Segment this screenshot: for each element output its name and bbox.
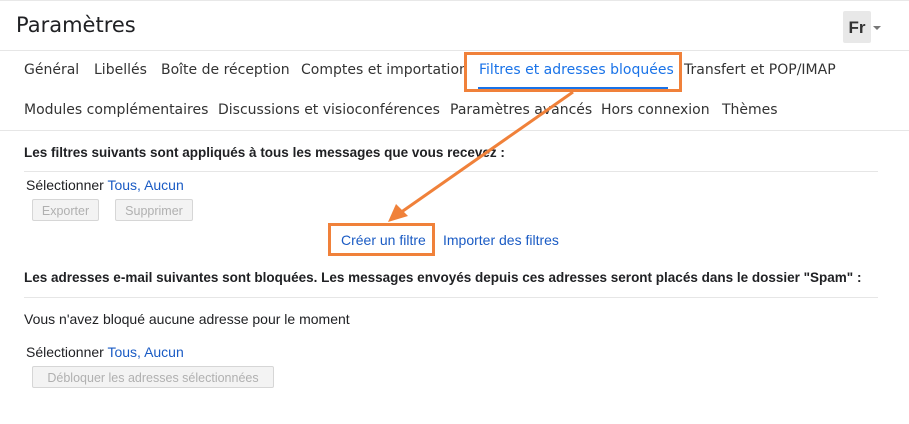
annotation-arrow-icon	[388, 90, 574, 222]
settings-page: Paramètres Fr Général Libellés Boîte de …	[0, 0, 909, 424]
